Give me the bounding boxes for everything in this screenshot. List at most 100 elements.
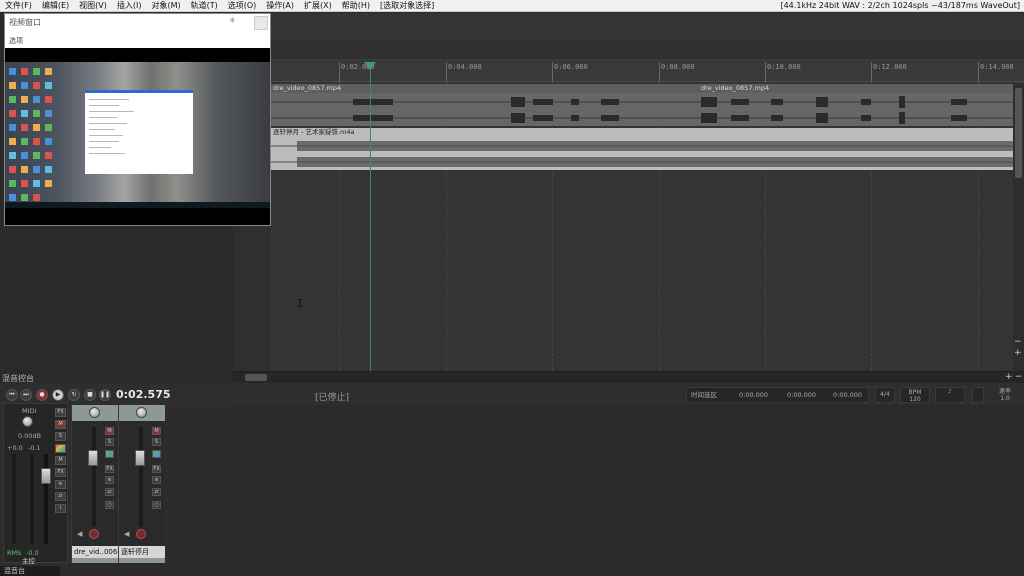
stop-button[interactable]: ■ xyxy=(84,389,96,401)
metronome-box[interactable]: ♪ xyxy=(935,387,965,403)
menu-view[interactable]: 视图(V) xyxy=(74,0,112,11)
solo-button[interactable]: S xyxy=(152,438,161,446)
time-selection-box[interactable]: 时间选区 0:00.000 0:00.000 0:00.000 xyxy=(686,387,869,403)
master-peak-right: -0.1 xyxy=(28,444,41,452)
phase-button[interactable]: ○ xyxy=(105,501,114,509)
rate-value[interactable]: 1.0 xyxy=(990,395,1020,402)
midi-icon[interactable]: MIDI xyxy=(22,407,36,415)
mixer-strip-2[interactable]: M S FX ≡ ⇄ ○ ◀ 逐轩停月 xyxy=(118,405,165,563)
master-info-button[interactable]: i xyxy=(55,504,66,513)
master-route-icon[interactable] xyxy=(55,444,66,453)
io-button[interactable]: ⇄ xyxy=(105,488,114,496)
go-to-start-icon[interactable]: ⏮ xyxy=(6,389,18,401)
phase-button[interactable]: ○ xyxy=(152,501,161,509)
zoom-out-horizontal-icon[interactable]: − xyxy=(1015,373,1023,382)
env-button[interactable]: ≡ xyxy=(105,476,114,484)
fader-handle[interactable] xyxy=(88,450,98,466)
mixer-tab[interactable]: 混音台 xyxy=(0,566,60,576)
media-item-name: dre_video_0857.mp4 xyxy=(271,84,1013,93)
menu-options[interactable]: 选项(O) xyxy=(223,0,262,11)
horizontal-scrollbar[interactable] xyxy=(233,371,1024,383)
media-item-video[interactable]: dre_video_0857.mp4 dre_video_0857.mp4 xyxy=(271,84,1013,126)
zoom-out-vertical-icon[interactable]: − xyxy=(1014,338,1022,347)
video-options-label[interactable]: 选项 xyxy=(9,36,23,46)
rate-box[interactable]: 速率 1.0 xyxy=(990,387,1020,403)
io-button[interactable]: ⇄ xyxy=(152,488,161,496)
route-icon[interactable] xyxy=(152,450,161,458)
menu-insert[interactable]: 插入(I) xyxy=(112,0,147,11)
pan-knob[interactable] xyxy=(89,407,100,418)
timeline-ruler[interactable]: 0:02.000 0:04.000 0:06.000 0:08.000 0:10… xyxy=(271,60,1024,82)
master-mute-button[interactable]: M xyxy=(55,420,66,429)
play-button[interactable]: ▶ xyxy=(52,389,64,401)
time-signature[interactable]: 4/4 xyxy=(875,387,895,403)
bpm-box[interactable]: BPM 120 xyxy=(900,387,930,403)
pin-icon[interactable]: ✳ xyxy=(229,16,236,25)
marker-lane[interactable] xyxy=(271,40,1024,60)
menu-track[interactable]: 轨道(T) xyxy=(186,0,223,11)
strip-name[interactable]: 逐轩停月 xyxy=(119,546,165,558)
mute-button[interactable]: M xyxy=(152,427,161,435)
master-solo-button[interactable]: S xyxy=(55,432,66,441)
ruler-label: 0:12.000 xyxy=(873,63,907,71)
master-fx2-button[interactable]: FX xyxy=(55,468,66,477)
bpm-value[interactable]: 120 xyxy=(901,396,929,403)
pan-knob[interactable] xyxy=(136,407,147,418)
tap-box[interactable] xyxy=(972,387,984,403)
strip-number xyxy=(72,558,118,563)
fader-handle[interactable] xyxy=(135,450,145,466)
record-arm-button[interactable] xyxy=(136,529,146,539)
fx-button[interactable]: FX xyxy=(105,465,114,473)
selection-length[interactable]: 0:00.000 xyxy=(833,388,862,402)
edit-cursor[interactable] xyxy=(370,62,371,371)
master-pan-knob[interactable] xyxy=(22,416,33,427)
menu-help[interactable]: 帮助(H) xyxy=(337,0,375,11)
menu-item[interactable]: 对象(M) xyxy=(146,0,185,11)
fx-button[interactable]: FX xyxy=(152,465,161,473)
mixer-strip-1[interactable]: M S FX ≡ ⇄ ○ ◀ dre_vid..0068 xyxy=(71,405,118,563)
route-icon[interactable] xyxy=(105,450,114,458)
record-button[interactable]: ● xyxy=(36,389,48,401)
master-env-button[interactable]: ≡ xyxy=(55,480,66,489)
master-peak-left: +0.0 xyxy=(7,444,23,452)
master-fader-handle[interactable] xyxy=(41,468,51,484)
master-fx-button[interactable]: FX xyxy=(55,408,66,417)
strip-name[interactable]: dre_vid..0068 xyxy=(72,546,118,558)
scrollbar-thumb[interactable] xyxy=(1015,88,1022,178)
media-item-audio[interactable]: 逐轩停月 - 艺术家疑铁.m4a xyxy=(271,128,1013,170)
selection-end[interactable]: 0:00.000 xyxy=(787,388,816,402)
menu-file[interactable]: 文件(F) xyxy=(0,0,37,11)
go-to-end-icon[interactable]: ⏭ xyxy=(20,389,32,401)
strip-meter xyxy=(92,427,96,527)
speaker-icon[interactable]: ◀ xyxy=(124,530,129,538)
zoom-in-vertical-icon[interactable]: + xyxy=(1014,349,1022,358)
master-volume-readout: 0.00dB xyxy=(18,432,42,440)
record-arm-button[interactable] xyxy=(89,529,99,539)
speaker-icon[interactable]: ◀ xyxy=(77,530,82,538)
env-button[interactable]: ≡ xyxy=(152,476,161,484)
repeat-icon[interactable]: ↻ xyxy=(68,389,80,401)
video-window[interactable]: 视频窗口 ✳ 选项 xyxy=(4,13,271,226)
rms-label: RMS xyxy=(7,549,22,557)
close-button[interactable] xyxy=(254,16,268,30)
mute-button[interactable]: M xyxy=(105,427,114,435)
menu-extensions[interactable]: 扩展(X) xyxy=(299,0,337,11)
menu-actions[interactable]: 操作(A) xyxy=(261,0,299,11)
menu-edit[interactable]: 编辑(E) xyxy=(37,0,74,11)
ruler-label: 0:04.000 xyxy=(448,63,482,71)
bpm-label: BPM xyxy=(908,389,922,396)
scrollbar-thumb[interactable] xyxy=(245,374,267,381)
solo-button[interactable]: S xyxy=(105,438,114,446)
master-io-button[interactable]: ⇄ xyxy=(55,492,66,501)
selection-start[interactable]: 0:00.000 xyxy=(739,388,768,402)
vertical-scrollbar[interactable] xyxy=(1013,84,1024,371)
time-position[interactable]: 0:02.575 xyxy=(116,388,171,401)
pause-button[interactable]: ❚❚ xyxy=(99,389,111,401)
zoom-in-horizontal-icon[interactable]: + xyxy=(1005,373,1013,382)
master-mono-button[interactable]: M xyxy=(55,456,66,465)
media-item-name-2: dre_video_0857.mp4 xyxy=(701,84,770,92)
metronome-icon[interactable]: ♪ xyxy=(948,388,952,395)
master-meter-right xyxy=(30,454,34,544)
audio-device-status[interactable]: [44.1kHz 24bit WAV : 2/2ch 1024spls ~43/… xyxy=(780,0,1020,12)
playhead-marker[interactable] xyxy=(364,62,376,70)
